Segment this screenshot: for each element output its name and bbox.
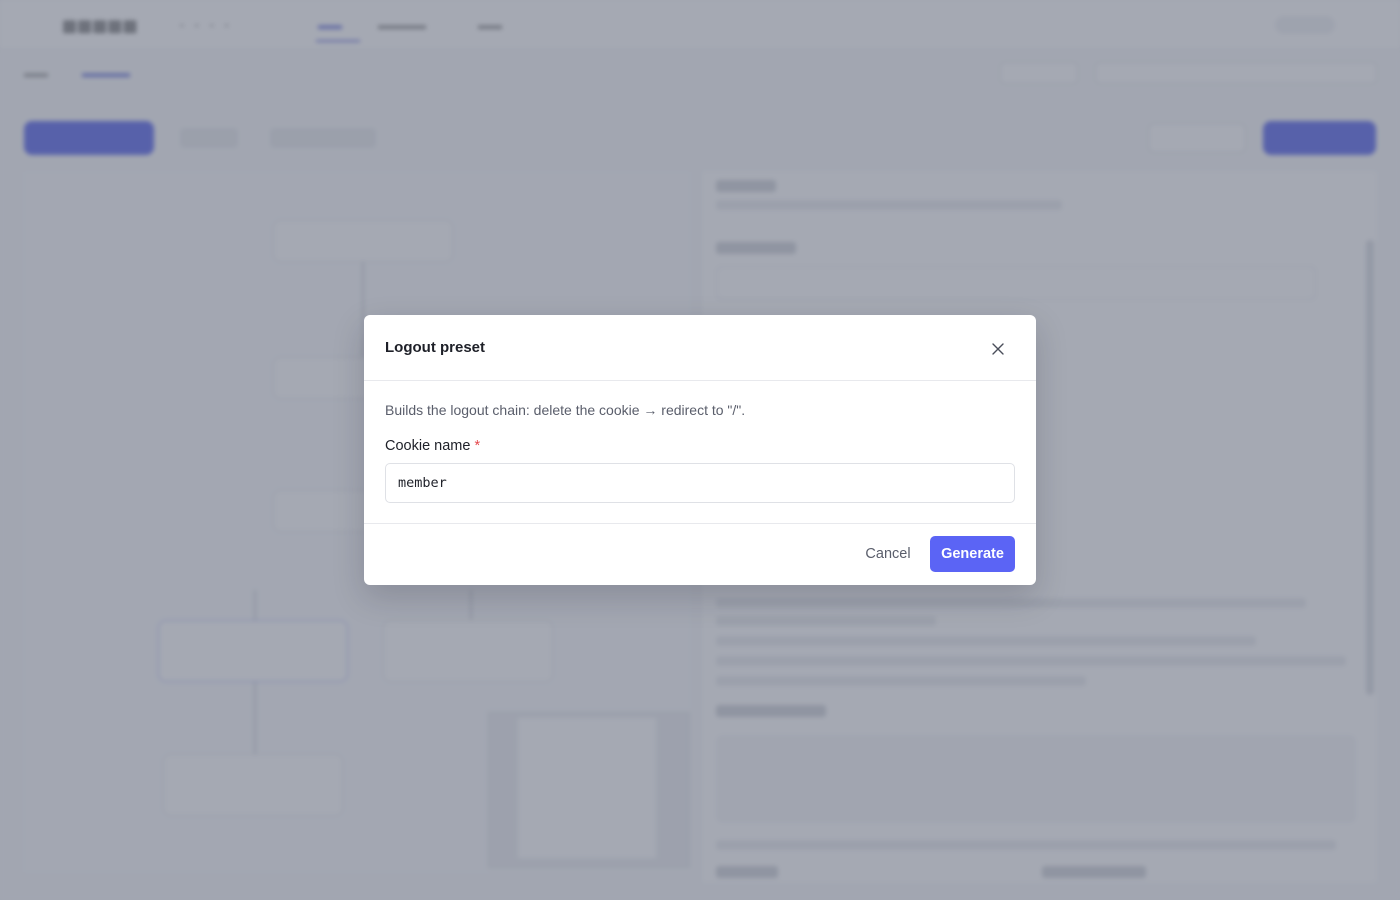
dialog-title: Logout preset: [385, 339, 485, 356]
dialog-header: Logout preset: [364, 315, 1036, 381]
close-icon: [992, 343, 1004, 355]
dialog-footer: Cancel Generate: [364, 523, 1036, 585]
required-asterisk: *: [474, 438, 481, 454]
close-button[interactable]: [986, 337, 1010, 361]
cookie-name-label: Cookie name *: [385, 438, 480, 454]
cancel-button[interactable]: Cancel: [851, 536, 925, 572]
cookie-name-label-text: Cookie name: [385, 438, 471, 454]
cookie-name-input[interactable]: [385, 463, 1015, 503]
dialog-description: Builds the logout chain: delete the cook…: [385, 402, 746, 418]
dialog-body: Builds the logout chain: delete the cook…: [364, 381, 1036, 523]
generate-button[interactable]: Generate: [930, 536, 1015, 572]
logout-preset-dialog: Logout preset Builds the logout chain: d…: [364, 315, 1036, 585]
